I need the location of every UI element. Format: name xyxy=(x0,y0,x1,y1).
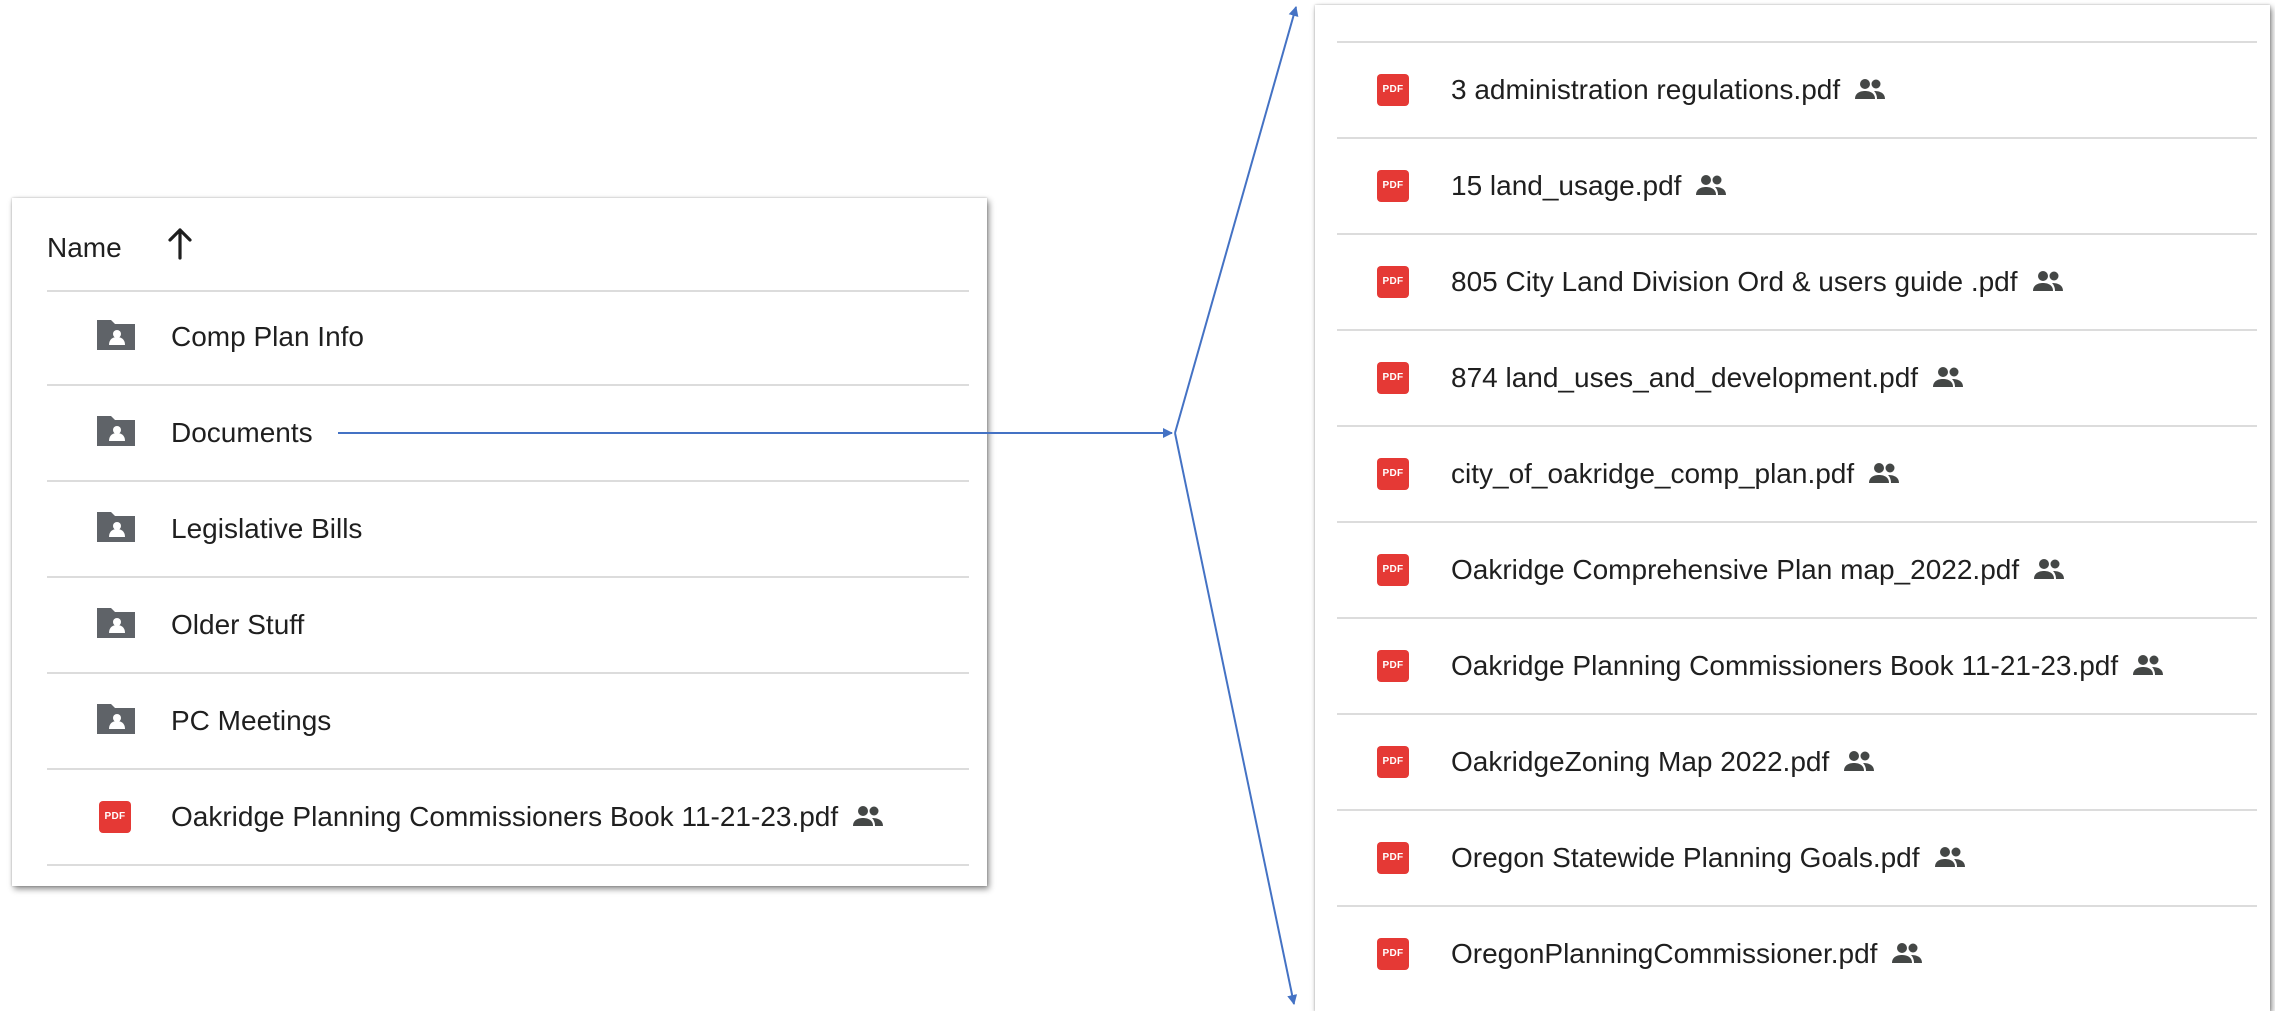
item-name-wrapper: Oregon Statewide Planning Goals.pdf xyxy=(1451,842,1966,874)
item-name: Documents xyxy=(171,417,313,448)
item-name: OregonPlanningCommissioner.pdf xyxy=(1451,938,1878,969)
pdf-icon: PDF xyxy=(1377,938,1409,970)
item-name: Oakridge Planning Commissioners Book 11-… xyxy=(171,801,839,832)
list-item-pdf[interactable]: PDF Oregon Statewide Planning Goals.pdf xyxy=(1337,811,2257,907)
item-name-wrapper: 805 City Land Division Ord & users guide… xyxy=(1451,266,2064,298)
pdf-icon: PDF xyxy=(1377,170,1409,202)
list-item-pdf[interactable]: PDF 15 land_usage.pdf xyxy=(1337,139,2257,235)
pdf-icon: PDF xyxy=(1377,650,1409,682)
pdf-icon: PDF xyxy=(1377,362,1409,394)
shared-folder-icon xyxy=(97,704,135,734)
item-name-wrapper: OakridgeZoning Map 2022.pdf xyxy=(1451,746,1875,778)
list-item-legislative-bills[interactable]: Legislative Bills xyxy=(47,482,969,578)
shared-people-icon xyxy=(2133,654,2164,675)
shared-folder-icon xyxy=(97,608,135,638)
pdf-icon: PDF xyxy=(1377,554,1409,586)
item-name: Oregon Statewide Planning Goals.pdf xyxy=(1451,842,1920,873)
arrow-line xyxy=(1174,432,1298,1005)
arrow-up-icon[interactable] xyxy=(167,226,193,262)
shared-folder-icon xyxy=(97,416,135,446)
list-item-pdf[interactable]: PDF 874 land_uses_and_development.pdf xyxy=(1337,331,2257,427)
shared-people-icon xyxy=(1933,366,1964,387)
list-item-pdf[interactable]: PDF Oakridge Comprehensive Plan map_2022… xyxy=(1337,523,2257,619)
item-name-wrapper: 3 administration regulations.pdf xyxy=(1451,74,1886,106)
shared-folder-icon xyxy=(97,320,135,350)
item-name: 805 City Land Division Ord & users guide… xyxy=(1451,266,2018,297)
item-name: 15 land_usage.pdf xyxy=(1451,170,1682,201)
name-column-header[interactable]: Name xyxy=(47,232,122,264)
item-name: 874 land_uses_and_development.pdf xyxy=(1451,362,1919,393)
pdf-icon: PDF xyxy=(1377,266,1409,298)
item-name: Legislative Bills xyxy=(171,513,363,544)
shared-folder-icon xyxy=(97,512,135,542)
documents-folder-panel: PDF 3 administration regulations.pdf PDF… xyxy=(1315,5,2270,1011)
item-name-wrapper: 15 land_usage.pdf xyxy=(1451,170,1727,202)
list-item-pdf[interactable]: PDF Oakridge Planning Commissioners Book… xyxy=(47,770,969,866)
shared-people-icon xyxy=(1696,174,1727,195)
item-name-wrapper: city_of_oakridge_comp_plan.pdf xyxy=(1451,458,1900,490)
item-name-wrapper: Oakridge Planning Commissioners Book 11-… xyxy=(171,801,884,833)
pdf-icon: PDF xyxy=(1377,74,1409,106)
list-header: Name xyxy=(47,198,969,292)
pdf-icon: PDF xyxy=(1377,842,1409,874)
item-name-wrapper: 874 land_uses_and_development.pdf xyxy=(1451,362,1964,394)
list-item-pc-meetings[interactable]: PC Meetings xyxy=(47,674,969,770)
folder-list-panel: Name Comp Plan Info Documents Legislativ… xyxy=(12,198,987,886)
list-item-pdf[interactable]: PDF OregonPlanningCommissioner.pdf xyxy=(1337,907,2257,1003)
shared-people-icon xyxy=(2032,270,2063,291)
pdf-icon: PDF xyxy=(99,801,131,833)
item-name: city_of_oakridge_comp_plan.pdf xyxy=(1451,458,1855,489)
item-name: Oakridge Comprehensive Plan map_2022.pdf xyxy=(1451,554,2020,585)
list-item-pdf[interactable]: PDF 805 City Land Division Ord & users g… xyxy=(1337,235,2257,331)
arrow-line xyxy=(1174,6,1299,434)
shared-people-icon xyxy=(1934,846,1965,867)
list-item-older-stuff[interactable]: Older Stuff xyxy=(47,578,969,674)
item-name-wrapper: OregonPlanningCommissioner.pdf xyxy=(1451,938,1923,970)
item-name: Older Stuff xyxy=(171,609,305,640)
pdf-icon: PDF xyxy=(1377,746,1409,778)
item-name: 3 administration regulations.pdf xyxy=(1451,74,1841,105)
shared-people-icon xyxy=(1892,942,1923,963)
list-item-pdf[interactable]: PDF city_of_oakridge_comp_plan.pdf xyxy=(1337,427,2257,523)
list-item-documents[interactable]: Documents xyxy=(47,386,969,482)
list-item-comp-plan-info[interactable]: Comp Plan Info xyxy=(47,290,969,386)
item-name: Comp Plan Info xyxy=(171,321,364,352)
pdf-icon: PDF xyxy=(1377,458,1409,490)
item-name: Oakridge Planning Commissioners Book 11-… xyxy=(1451,650,2119,681)
item-name-wrapper: Oakridge Comprehensive Plan map_2022.pdf xyxy=(1451,554,2065,586)
shared-people-icon xyxy=(853,805,884,826)
item-name-wrapper: Oakridge Planning Commissioners Book 11-… xyxy=(1451,650,2164,682)
list-item-pdf[interactable]: PDF 3 administration regulations.pdf xyxy=(1337,43,2257,139)
shared-people-icon xyxy=(1869,462,1900,483)
list-item-pdf[interactable]: PDF Oakridge Planning Commissioners Book… xyxy=(1337,619,2257,715)
shared-people-icon xyxy=(1855,78,1886,99)
shared-people-icon xyxy=(1844,750,1875,771)
item-name: PC Meetings xyxy=(171,705,332,736)
item-name: OakridgeZoning Map 2022.pdf xyxy=(1451,746,1830,777)
list-item-pdf[interactable]: PDF OakridgeZoning Map 2022.pdf xyxy=(1337,715,2257,811)
shared-people-icon xyxy=(2034,558,2065,579)
